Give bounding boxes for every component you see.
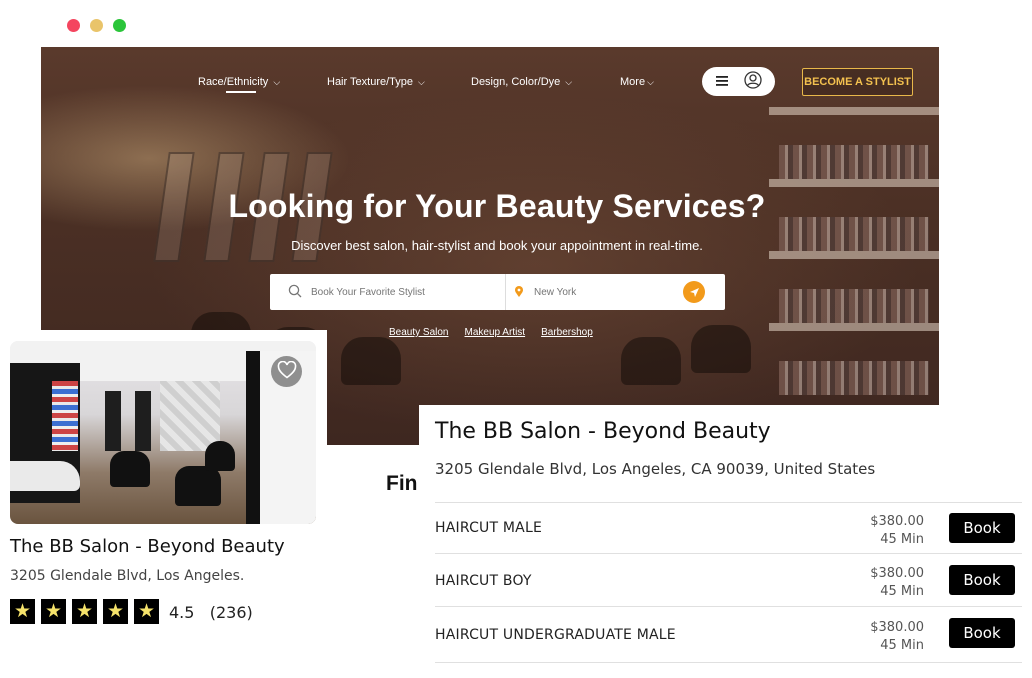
book-button[interactable]: Book	[949, 618, 1015, 648]
photo-wash-sink	[10, 461, 80, 491]
rating-value: 4.5	[169, 603, 195, 622]
hero-decor-chair	[691, 325, 751, 373]
hero-title: Looking for Your Beauty Services?	[228, 188, 766, 224]
review-count: (236)	[209, 603, 253, 622]
window-close-dot[interactable]	[67, 19, 80, 32]
service-price: $380.00	[870, 620, 924, 635]
hero-decor-books	[779, 145, 929, 179]
star-rating: ★ ★ ★ ★ ★	[10, 599, 159, 624]
service-price-block: $380.00 45 Min	[870, 565, 924, 601]
service-price-block: $380.00 45 Min	[870, 513, 924, 549]
service-price: $380.00	[870, 566, 924, 581]
photo-chair	[205, 441, 235, 471]
heart-icon	[277, 360, 297, 383]
send-arrow-icon	[689, 283, 700, 302]
photo-station	[135, 391, 151, 451]
search-submit-button[interactable]	[683, 281, 705, 303]
quick-links: Beauty Salon Makeup Artist Barbershop	[389, 327, 593, 338]
star-icon: ★	[134, 599, 159, 624]
chevron-down-icon: ⌵	[418, 76, 425, 87]
nav-race-ethnicity[interactable]: Race/Ethnicity ⌵	[198, 76, 280, 88]
hero-decor-chair	[621, 337, 681, 385]
chevron-down-icon: ⌵	[647, 76, 654, 87]
salon-detail-address: 3205 Glendale Blvd, Los Angeles, CA 9003…	[435, 460, 876, 478]
user-avatar-icon[interactable]	[744, 70, 762, 93]
service-row: HAIRCUT MALE $380.00 45 Min Book	[435, 503, 1022, 555]
hero-decor-books	[779, 361, 929, 395]
photo-station	[105, 391, 121, 451]
book-button[interactable]: Book	[949, 513, 1015, 543]
photo-wallpaper	[160, 381, 220, 451]
nav-item-label: Hair Texture/Type	[327, 76, 414, 88]
search-bar	[270, 274, 725, 310]
service-name: HAIRCUT UNDERGRADUATE MALE	[435, 627, 676, 643]
service-row: HAIRCUT BOY $380.00 45 Min Book	[435, 554, 1022, 606]
nav-item-label: More	[620, 76, 646, 88]
hero-decor-books	[779, 289, 929, 323]
favorite-button[interactable]	[271, 356, 302, 387]
become-stylist-button[interactable]: BECOME A STYLIST	[802, 68, 913, 96]
star-icon: ★	[103, 599, 128, 624]
service-price-block: $380.00 45 Min	[870, 619, 924, 655]
hero-decor-chair	[341, 337, 401, 385]
star-icon: ★	[41, 599, 66, 624]
divider	[435, 662, 1022, 663]
service-row: HAIRCUT UNDERGRADUATE MALE $380.00 45 Mi…	[435, 607, 1022, 659]
nav-hair-texture[interactable]: Hair Texture/Type ⌵	[327, 76, 425, 88]
location-pin-icon	[514, 283, 524, 302]
service-duration: 45 Min	[880, 532, 924, 547]
search-icon	[288, 283, 302, 302]
quick-link-barbershop[interactable]: Barbershop	[541, 327, 593, 338]
rating-summary: 4.5 (236)	[169, 603, 253, 622]
location-group	[506, 274, 725, 310]
chevron-down-icon: ⌵	[565, 76, 573, 87]
chevron-down-icon: ⌵	[273, 76, 281, 87]
nav-item-label: Race/Ethnicity	[198, 76, 269, 88]
hero-decor-shelf	[769, 323, 939, 331]
star-icon: ★	[10, 599, 35, 624]
photo-chair	[175, 466, 221, 506]
window-maximize-dot[interactable]	[113, 19, 126, 32]
hero-decor-shelf	[769, 107, 939, 115]
hero-subtitle: Discover best salon, hair-stylist and bo…	[291, 238, 703, 253]
hamburger-menu-icon[interactable]	[715, 72, 729, 91]
nav-item-label: Design, Color/Dye	[471, 76, 561, 88]
quick-link-makeup-artist[interactable]: Makeup Artist	[465, 327, 526, 338]
salon-photo	[10, 341, 316, 524]
photo-chair	[110, 451, 150, 487]
hero-decor-shelf	[769, 179, 939, 187]
nav-active-underline	[226, 91, 256, 93]
salon-card-name[interactable]: The BB Salon - Beyond Beauty	[10, 536, 285, 557]
nav-design-color[interactable]: Design, Color/Dye ⌵	[471, 76, 572, 88]
book-button[interactable]: Book	[949, 565, 1015, 595]
photo-product-shelf	[52, 381, 78, 451]
service-price: $380.00	[870, 514, 924, 529]
star-icon: ★	[72, 599, 97, 624]
salon-card-address: 3205 Glendale Blvd, Los Angeles.	[10, 568, 245, 584]
window-minimize-dot[interactable]	[90, 19, 103, 32]
quick-link-beauty-salon[interactable]: Beauty Salon	[389, 327, 449, 338]
service-duration: 45 Min	[880, 638, 924, 653]
service-name: HAIRCUT BOY	[435, 573, 532, 589]
stylist-search-input[interactable]	[311, 286, 491, 298]
stylist-search-group	[270, 274, 506, 310]
nav-more[interactable]: More ⌵	[620, 76, 654, 88]
service-name: HAIRCUT MALE	[435, 520, 542, 536]
section-heading-partial: Fin	[386, 472, 418, 495]
user-menu-pill[interactable]	[702, 67, 775, 96]
service-duration: 45 Min	[880, 584, 924, 599]
salon-detail-name: The BB Salon - Beyond Beauty	[435, 419, 771, 444]
